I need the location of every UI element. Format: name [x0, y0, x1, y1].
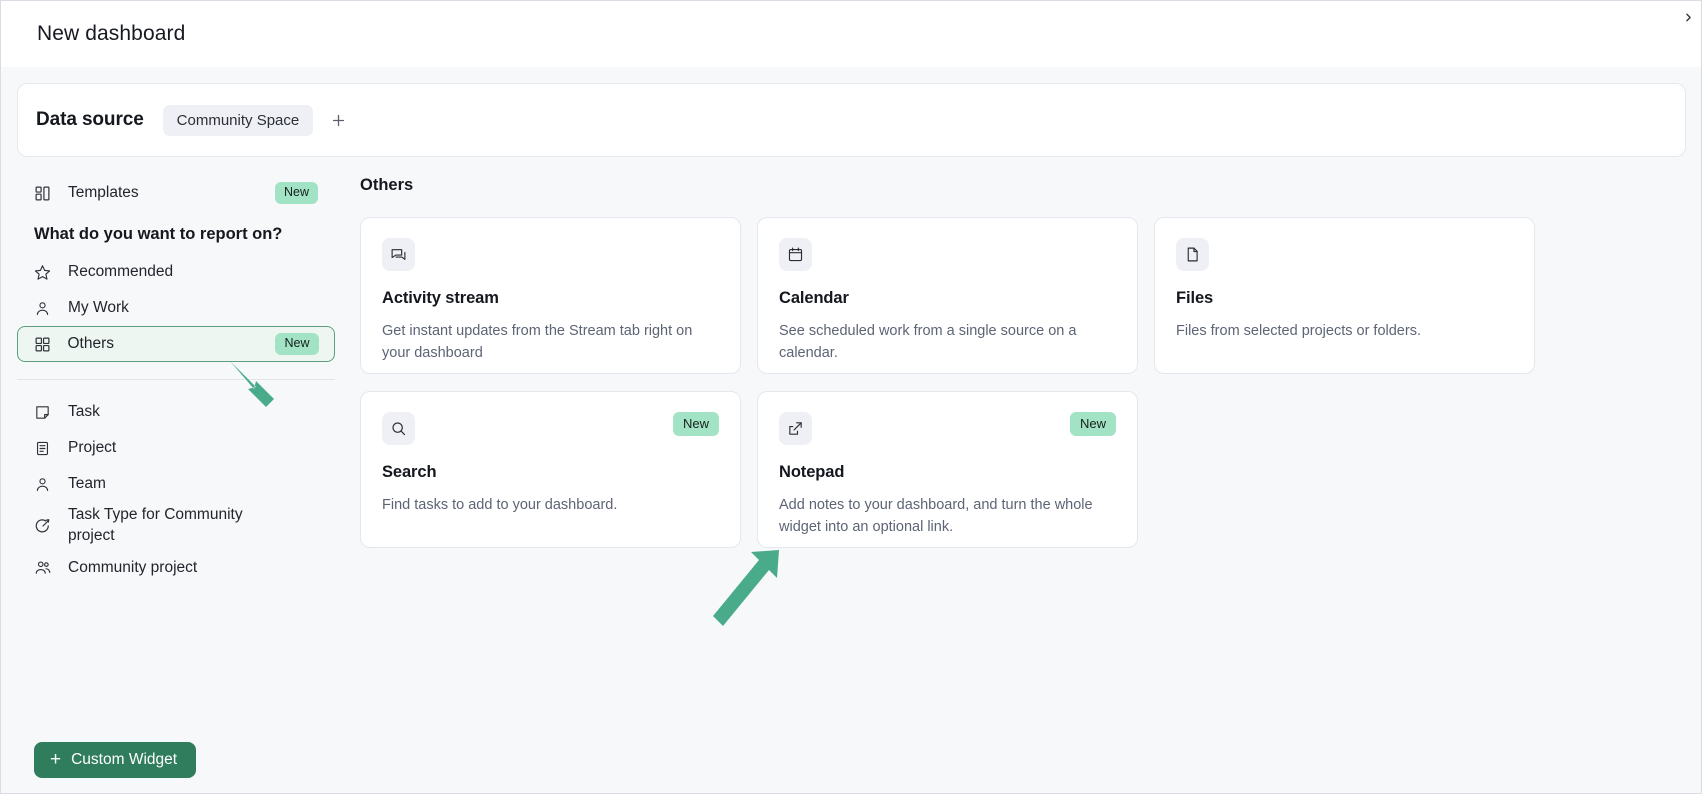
layout-dashboard-icon	[34, 185, 56, 202]
dashboard-widget-picker: New dashboard Data source Community Spac…	[0, 0, 1702, 794]
widget-card-grid: Activity stream Get instant updates from…	[360, 217, 1701, 548]
widget-card-title: Search	[382, 463, 437, 481]
user-icon	[34, 476, 56, 493]
sidebar-item-label: Community project	[68, 558, 198, 576]
sidebar-item-label: Team	[68, 474, 106, 492]
top-bar: New dashboard	[1, 1, 1701, 67]
sidebar-item-task-type-for-community-project[interactable]: Task Type for Community project	[17, 502, 335, 550]
sidebar-item-label: Others	[67, 334, 115, 352]
main-content: Others Activity stream Get instant updat…	[351, 167, 1701, 793]
custom-widget-button-label: Custom Widget	[71, 751, 178, 768]
widget-card-description: Get instant updates from the Stream tab …	[382, 323, 693, 361]
main-section-heading: Others	[360, 176, 414, 194]
widget-card-activity-stream[interactable]: Activity stream Get instant updates from…	[360, 217, 741, 374]
sidebar-item-label: Project	[68, 438, 117, 456]
widget-card-calendar[interactable]: Calendar See scheduled work from a singl…	[757, 217, 1138, 374]
widget-card-files[interactable]: Files Files from selected projects or fo…	[1154, 217, 1535, 374]
sidebar-item-label: My Work	[68, 298, 129, 316]
file-icon	[1176, 238, 1209, 271]
search-icon	[382, 412, 415, 445]
sidebar-item-templates[interactable]: Templates New	[17, 175, 335, 211]
sidebar-divider	[17, 379, 335, 380]
data-source-panel: Data source Community Space	[17, 83, 1686, 157]
widget-card-description: Add notes to your dashboard, and turn th…	[779, 497, 1093, 535]
external-link-icon	[779, 412, 812, 445]
sidebar-item-my-work[interactable]: My Work	[17, 290, 335, 326]
sidebar-item-team[interactable]: Team	[17, 466, 335, 502]
sidebar-item-task[interactable]: Task	[17, 394, 335, 430]
sidebar-item-project[interactable]: Project	[17, 430, 335, 466]
target-arrow-icon	[34, 517, 56, 535]
widget-card-title: Files	[1176, 289, 1214, 307]
data-source-chip-community-space[interactable]: Community Space	[162, 104, 314, 136]
sidebar-item-community-project[interactable]: Community project	[17, 550, 335, 586]
sidebar-item-recommended[interactable]: Recommended	[17, 254, 335, 290]
sidebar-item-others[interactable]: Others New	[17, 326, 335, 362]
widget-card-title: Calendar	[779, 289, 849, 307]
calendar-icon	[779, 238, 812, 271]
widget-card-title: Notepad	[779, 463, 845, 481]
sidebar-item-label: Templates	[68, 183, 139, 201]
note-icon	[34, 404, 56, 421]
widget-card-description: Files from selected projects or folders.	[1176, 323, 1421, 339]
clipboard-icon	[34, 440, 56, 457]
status-badge: New	[1069, 412, 1116, 437]
sidebar-item-label: Task Type for Community project	[68, 506, 243, 544]
user-icon	[34, 300, 56, 317]
widget-card-description: See scheduled work from a single source …	[779, 323, 1077, 361]
widget-card-notepad[interactable]: New Notepad Add notes to your dashboard,…	[757, 391, 1138, 548]
custom-widget-button[interactable]: + Custom Widget	[34, 742, 197, 778]
status-badge: New	[275, 333, 319, 355]
plus-icon[interactable]	[325, 107, 351, 133]
chevron-right-icon[interactable]	[1677, 5, 1699, 29]
sidebar: Templates New What do you want to report…	[1, 167, 351, 793]
sidebar-section-question: What do you want to report on?	[34, 225, 283, 243]
status-badge: New	[274, 182, 318, 204]
status-badge: New	[672, 412, 719, 437]
grid-empty-slot	[1154, 391, 1535, 548]
widget-card-title: Activity stream	[382, 289, 499, 307]
body-area: Templates New What do you want to report…	[1, 167, 1701, 793]
grid-icon	[34, 336, 56, 353]
widget-card-search[interactable]: New Search Find tasks to add to your das…	[360, 391, 741, 548]
chat-bubbles-icon	[382, 238, 415, 271]
page-title: New dashboard	[37, 22, 186, 45]
sidebar-item-label: Recommended	[68, 262, 174, 280]
data-source-label: Data source	[36, 109, 144, 130]
users-group-icon	[34, 559, 56, 577]
widget-card-description: Find tasks to add to your dashboard.	[382, 497, 618, 513]
star-icon	[34, 264, 56, 281]
plus-icon: +	[50, 748, 62, 770]
sidebar-item-label: Task	[68, 402, 100, 420]
